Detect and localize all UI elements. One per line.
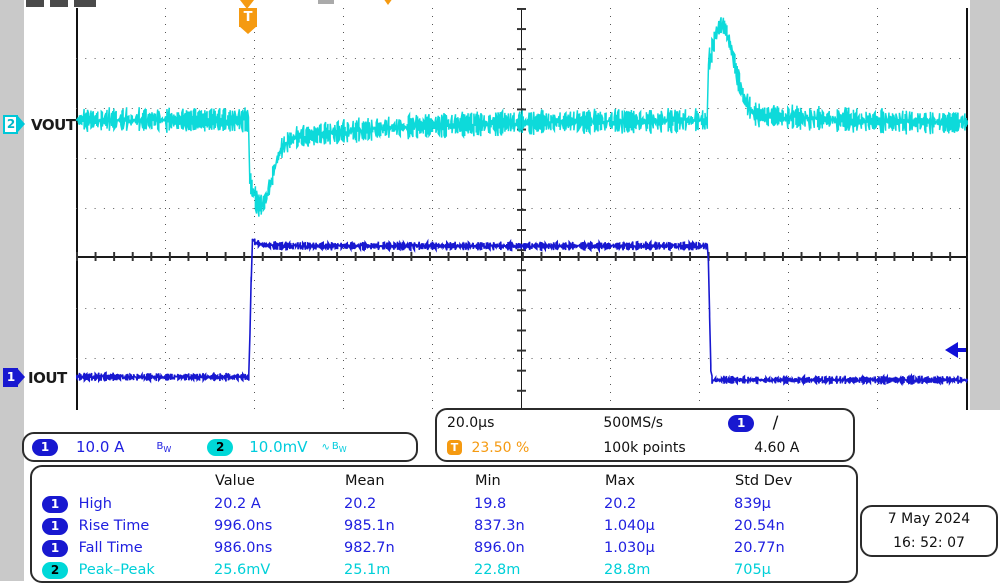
measurement-source-header xyxy=(42,469,214,493)
measurements-header-row: Value Mean Min Max Std Dev xyxy=(42,469,793,493)
grid-line-v xyxy=(699,8,700,410)
grid-line-v xyxy=(165,8,166,410)
measurement-min: 22.8m xyxy=(474,562,521,578)
grid-tick-col-center xyxy=(517,8,526,410)
channel-2-position-marker[interactable]: 2 xyxy=(3,115,25,134)
trigger-level-value[interactable]: 4.60 A xyxy=(728,435,853,460)
trigger-position-value[interactable]: 23.50 % xyxy=(471,440,529,456)
waveform-label-vout: VOUT xyxy=(31,116,76,134)
trigger-source-cell[interactable]: 1 ∕ xyxy=(728,410,853,435)
toolbar-stub-3[interactable] xyxy=(50,0,68,7)
measurement-source-badge[interactable]: 1 xyxy=(42,495,68,513)
measurement-value: 996.0ns xyxy=(214,518,273,534)
measurement-value: 20.2 A xyxy=(214,496,261,512)
trigger-position-cell[interactable]: T 23.50 % xyxy=(437,435,603,460)
grid-line-v xyxy=(877,8,878,410)
datetime-panel[interactable]: 7 May 2024 16: 52: 07 xyxy=(860,505,998,557)
measurement-mean: 985.1n xyxy=(344,518,395,534)
channel-1-marker-label: 1 xyxy=(6,370,16,384)
measurement-max: 20.2 xyxy=(604,496,637,512)
graticule-left-edge xyxy=(76,8,78,410)
measurement-stddev: 839μ xyxy=(734,496,771,512)
channel-2-bandwidth-icon: BW xyxy=(331,440,347,454)
measurement-mean: 25.1m xyxy=(344,562,391,578)
measurement-max: 1.040μ xyxy=(604,518,655,534)
measurement-source-badge[interactable]: 2 xyxy=(42,561,68,579)
measurement-name-cell[interactable]: 1 High xyxy=(42,493,214,515)
record-length: 100k points xyxy=(603,439,686,456)
grid-line-v xyxy=(610,8,611,410)
channel-2-scale[interactable]: 10.0mV xyxy=(249,438,307,456)
trigger-ref-arrow-top xyxy=(383,0,393,5)
trigger-position-marker[interactable]: T xyxy=(239,8,257,34)
date-value: 7 May 2024 xyxy=(887,511,971,527)
measurement-name-cell[interactable]: 1 Rise Time xyxy=(42,515,214,537)
toolbar-stub-5[interactable] xyxy=(318,0,334,4)
measurement-max: 1.030μ xyxy=(604,540,655,556)
channel-1-position-marker[interactable]: 1 xyxy=(3,368,25,387)
trigger-position-icon: T xyxy=(447,440,462,455)
trigger-level-bar xyxy=(958,348,966,352)
column-header-value: Value xyxy=(215,473,255,489)
measurement-stddev: 705μ xyxy=(734,562,771,578)
left-side-rail xyxy=(0,0,24,581)
column-header-min: Min xyxy=(475,473,501,489)
measurement-min: 896.0n xyxy=(474,540,525,556)
measurement-stddev: 20.54n xyxy=(734,518,785,534)
measurement-name: High xyxy=(78,496,112,512)
timebase-value[interactable]: 20.0μs xyxy=(437,410,603,435)
channel-2-badge[interactable]: 2 xyxy=(207,438,234,456)
timebase-trigger-panel[interactable]: 20.0μs 500MS/s 1 ∕ T 23.50 % 100k points… xyxy=(435,408,855,462)
channel-settings-bar[interactable]: 1 10.0 A BW 2 10.0mV ∿ BW xyxy=(22,432,418,462)
trigger-flag-label: T xyxy=(243,10,253,25)
time-value: 16: 52: 07 xyxy=(893,535,965,551)
column-header-mean: Mean xyxy=(345,473,385,489)
column-header-stddev: Std Dev xyxy=(735,473,793,489)
channel-2-ac-coupling-icon: ∿ xyxy=(321,441,330,453)
grid-line-v xyxy=(432,8,433,410)
grid-line-v xyxy=(254,8,255,410)
measurement-source-badge[interactable]: 1 xyxy=(42,539,68,557)
table-row[interactable]: 2 Peak–Peak 25.6mV 25.1m 22.8m 28.8m 705… xyxy=(42,559,793,581)
channel-1-bandwidth-icon: BW xyxy=(156,440,172,454)
table-row[interactable]: 1 Rise Time 996.0ns 985.1n 837.3n 1.040μ… xyxy=(42,515,793,537)
measurement-name: Peak–Peak xyxy=(78,562,155,578)
panel-backdrop xyxy=(858,412,1000,504)
right-side-rail xyxy=(970,0,1000,410)
measurement-name: Fall Time xyxy=(78,540,143,556)
channel-1-scale[interactable]: 10.0 A xyxy=(76,438,124,456)
measurement-name-cell[interactable]: 2 Peak–Peak xyxy=(42,559,214,581)
measurement-value: 986.0ns xyxy=(214,540,273,556)
measurement-value: 25.6mV xyxy=(214,562,271,578)
measurement-name: Rise Time xyxy=(78,518,150,534)
trigger-source-badge[interactable]: 1 xyxy=(728,415,755,432)
measurement-stddev: 20.77n xyxy=(734,540,785,556)
measurement-name-cell[interactable]: 1 Fall Time xyxy=(42,537,214,559)
measurement-max: 28.8m xyxy=(604,562,651,578)
trigger-flag-point xyxy=(239,26,257,34)
toolbar-stub-4[interactable] xyxy=(74,0,96,7)
graticule[interactable] xyxy=(76,8,968,410)
graticule-right-edge xyxy=(966,8,968,410)
toolbar-stub-2[interactable] xyxy=(26,0,44,7)
waveform-label-iout: IOUT xyxy=(28,369,67,387)
measurement-mean: 982.7n xyxy=(344,540,395,556)
grid-line-v xyxy=(343,8,344,410)
measurements-table: Value Mean Min Max Std Dev 1 High 20.2 A… xyxy=(42,469,793,581)
trigger-slope-icon: ∕ xyxy=(772,412,779,433)
measurements-panel[interactable]: Value Mean Min Max Std Dev 1 High 20.2 A… xyxy=(30,465,858,583)
channel-2-marker-label: 2 xyxy=(6,117,16,131)
trigger-level-arrow[interactable] xyxy=(945,342,958,358)
measurement-min: 19.8 xyxy=(474,496,507,512)
oscilloscope-screen: 2 VOUT 1 IOUT T 1 10.0 A BW 2 10.0mV ∿ B… xyxy=(0,0,1000,583)
table-row[interactable]: 1 High 20.2 A 20.2 19.8 20.2 839μ xyxy=(42,493,793,515)
sample-rate: 500MS/s xyxy=(603,414,664,431)
table-row[interactable]: 1 Fall Time 986.0ns 982.7n 896.0n 1.030μ… xyxy=(42,537,793,559)
measurement-source-badge[interactable]: 1 xyxy=(42,517,68,535)
channel-1-badge[interactable]: 1 xyxy=(32,438,58,456)
measurement-mean: 20.2 xyxy=(344,496,377,512)
grid-line-v xyxy=(788,8,789,410)
measurement-min: 837.3n xyxy=(474,518,525,534)
column-header-max: Max xyxy=(605,473,635,489)
